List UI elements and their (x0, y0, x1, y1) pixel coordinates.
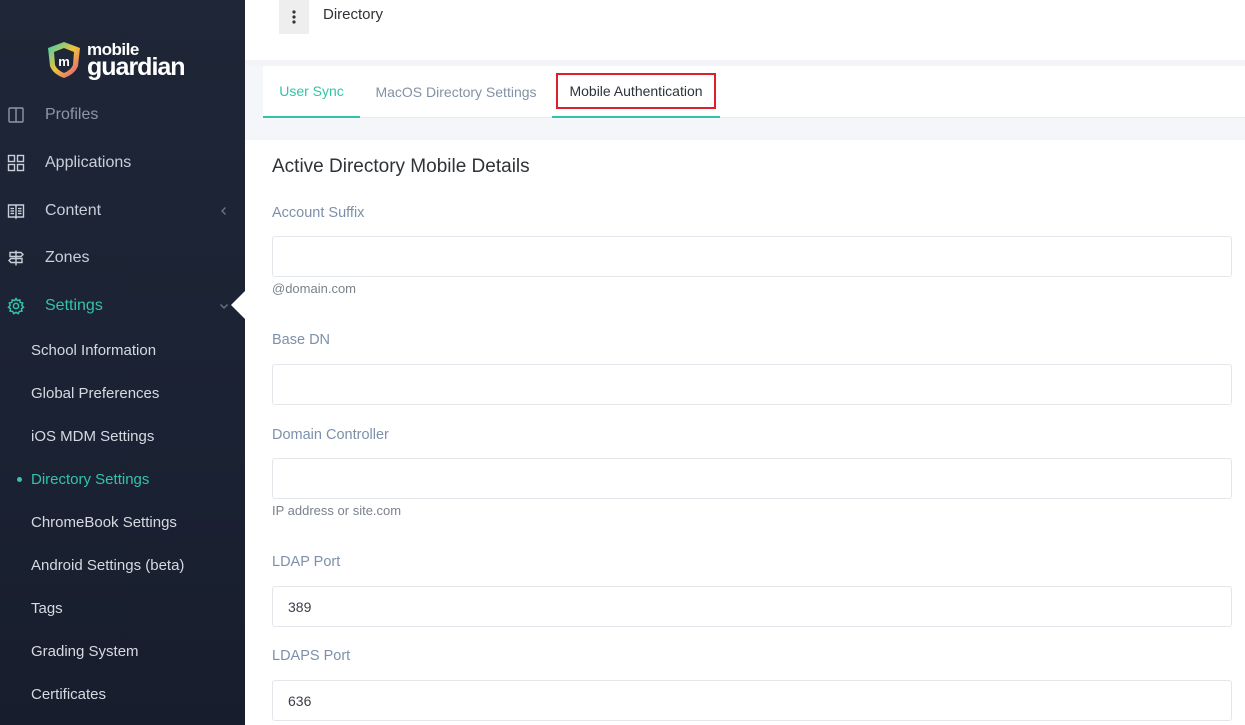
shield-logo-icon: m (48, 42, 80, 78)
tab-user-sync[interactable]: User Sync (263, 66, 360, 118)
kebab-menu-icon (292, 10, 296, 24)
active-bullet (17, 477, 22, 482)
more-options-button[interactable] (279, 0, 309, 34)
top-bar: Directory (245, 0, 1245, 60)
account-suffix-label: Account Suffix (272, 205, 365, 221)
sidebar-subitem-certificates[interactable]: Certificates (31, 686, 106, 703)
sidebar-item-zones[interactable]: Zones (0, 243, 245, 273)
sidebar-item-label: Profiles (45, 106, 99, 123)
ldap-port-input[interactable] (272, 586, 1232, 627)
ldap-port-label: LDAP Port (272, 554, 341, 570)
tab-bar: User Sync MacOS Directory Settings Mobil… (263, 66, 1245, 118)
sidebar-subitem-android-settings[interactable]: Android Settings (beta) (31, 557, 184, 574)
chevron-down-icon (220, 304, 228, 309)
active-section-pointer (231, 291, 245, 319)
tab-label: MacOS Directory Settings (375, 84, 537, 100)
sidebar-item-settings[interactable]: Settings (0, 291, 245, 321)
domain-controller-label: Domain Controller (272, 427, 389, 443)
svg-text:m: m (58, 54, 70, 69)
page-title: Directory (323, 6, 384, 23)
sidebar-item-profiles[interactable]: Profiles (0, 100, 245, 130)
book-icon (7, 204, 25, 220)
ldaps-port-label: LDAPS Port (272, 648, 351, 664)
form-title: Active Directory Mobile Details (272, 156, 530, 177)
tab-label: User Sync (279, 83, 344, 99)
sidebar-item-content[interactable]: Content (0, 196, 245, 226)
sidebar-subitem-school-information[interactable]: School Information (31, 342, 156, 359)
ldaps-port-input[interactable] (272, 680, 1232, 721)
profiles-icon (8, 107, 24, 123)
signpost-icon (8, 250, 24, 266)
account-suffix-input[interactable] (272, 236, 1232, 277)
tab-mobile-authentication[interactable]: Mobile Authentication (552, 66, 720, 118)
sidebar-item-label: Zones (45, 249, 90, 266)
account-suffix-help: @domain.com (272, 281, 357, 296)
form-card (258, 140, 1245, 725)
domain-controller-input[interactable] (272, 458, 1232, 499)
gear-icon (7, 297, 25, 315)
chevron-left-icon (221, 207, 226, 215)
sidebar-subitem-grading-system[interactable]: Grading System (31, 643, 139, 660)
grid-icon (7, 154, 25, 172)
base-dn-input[interactable] (272, 364, 1232, 405)
domain-controller-help: IP address or site.com (272, 503, 402, 518)
divider (245, 66, 263, 118)
divider (245, 118, 1245, 140)
sidebar-item-label: Content (45, 202, 102, 219)
sidebar: m mobile guardian Profiles Applications … (0, 0, 245, 725)
sidebar-subitem-ios-mdm-settings[interactable]: iOS MDM Settings (31, 428, 154, 445)
base-dn-label: Base DN (272, 332, 331, 348)
sidebar-subitem-tags[interactable]: Tags (31, 600, 63, 617)
sidebar-item-label: Applications (45, 154, 132, 171)
sidebar-item-label: Settings (45, 297, 103, 314)
sidebar-subitem-global-preferences[interactable]: Global Preferences (31, 385, 159, 402)
tab-macos-directory-settings[interactable]: MacOS Directory Settings (360, 66, 552, 118)
sidebar-item-applications[interactable]: Applications (0, 148, 245, 178)
brand-logo[interactable]: m mobile guardian (45, 40, 186, 81)
sidebar-subitem-chromebook-settings[interactable]: ChromeBook Settings (31, 514, 177, 531)
sidebar-subitem-directory-settings[interactable]: Directory Settings (31, 471, 149, 488)
brand-line2: guardian (87, 52, 186, 81)
tab-label: Mobile Authentication (556, 73, 716, 109)
